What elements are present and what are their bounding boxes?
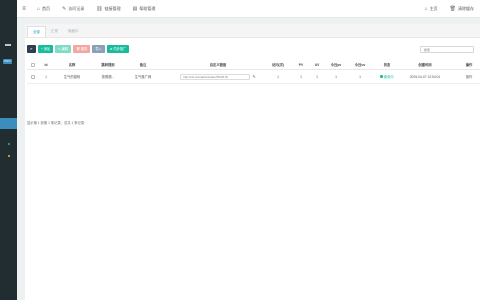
cell-id: 1: [45, 74, 47, 79]
col-visits[interactable]: 访问(次): [263, 60, 293, 69]
search-input[interactable]: [420, 46, 474, 53]
status-badge: 使用中: [380, 74, 394, 79]
cell-url: ✎: [175, 70, 261, 83]
tab-all[interactable]: 全部: [27, 26, 46, 37]
cell-pv: 1: [300, 74, 302, 79]
nav-help-manage[interactable]: ▤ 帮助管理: [127, 6, 162, 12]
url-field[interactable]: [180, 73, 251, 80]
refresh-icon: ⟳: [30, 47, 33, 51]
pagination-info: 显示第 1 到第 1 条记录，总共 1 条记录: [27, 121, 85, 125]
nav-home-label: 首页: [42, 5, 51, 11]
col-id[interactable]: Id: [39, 60, 53, 69]
col-name[interactable]: 名称: [57, 60, 87, 69]
select-all-checkbox[interactable]: [29, 60, 37, 69]
cell-today-pv: 1: [335, 74, 337, 79]
cell-visits: 1: [277, 74, 279, 79]
col-pv[interactable]: PV: [293, 60, 309, 69]
col-created[interactable]: 创建时间: [403, 60, 447, 69]
cell-name: 生气的猫咪: [63, 75, 81, 79]
nav-homepage-label: 主页: [429, 5, 438, 11]
pencil-icon: ✎: [62, 5, 67, 12]
sidebar: PRO: [0, 0, 17, 300]
add-button[interactable]: + 添加: [38, 45, 54, 53]
nav-visit-log[interactable]: ✎ 访问记录: [56, 6, 90, 12]
nav-clear-cache[interactable]: 🗑 清除缓存: [444, 6, 480, 12]
cell-status: 使用中: [375, 70, 399, 83]
edit-button[interactable]: ✎ 编辑: [55, 45, 72, 53]
col-status[interactable]: 状态: [375, 60, 399, 69]
tab-hidden[interactable]: 隐藏中: [63, 26, 84, 37]
refresh-button[interactable]: ⟳: [27, 45, 36, 53]
trash-icon: 🗑: [449, 5, 456, 12]
nav-home[interactable]: ⌂ 首页: [31, 6, 56, 12]
tab-bar: 全部 正常 隐藏中: [25, 24, 480, 38]
sidebar-item-dot-icon[interactable]: [8, 155, 10, 157]
col-today-uv[interactable]: 今日uv: [349, 60, 371, 69]
sync-button[interactable]: ⚙ 同步推广: [106, 45, 130, 53]
nav-link-manage-label: 链接管理: [104, 5, 121, 11]
top-navbar: ≡ ⌂ 首页 ✎ 访问记录 ⛓ 链接管理 ▤ 帮助管理 ⌂ 主页 🗑 清除缓存: [17, 0, 480, 18]
cell-today-uv: 1: [359, 74, 361, 79]
col-note[interactable]: 备注: [127, 60, 159, 69]
data-table: Id 名称 跳转规则 备注 自定义链接 访问(次) PV UV 今日pv 今日u…: [27, 60, 480, 84]
tab-normal[interactable]: 正常: [46, 26, 63, 37]
nav-link-manage[interactable]: ⛓ 链接管理: [90, 6, 126, 12]
sidebar-badge: PRO: [3, 59, 12, 64]
toolbar: ⟳ + 添加 ✎ 编辑 🗑 删除 导入 ⚙ 同步推广: [27, 45, 130, 53]
home-icon: ⌂: [37, 5, 41, 12]
sidebar-item-active[interactable]: [0, 118, 17, 129]
menu-toggle-icon[interactable]: ≡: [17, 6, 31, 12]
cell-rule: 按照顺...: [101, 75, 115, 79]
col-url[interactable]: 自定义链接: [175, 60, 261, 69]
book-icon: ▤: [132, 5, 138, 12]
table-header: Id 名称 跳转规则 备注 自定义链接 访问(次) PV UV 今日pv 今日u…: [27, 60, 480, 70]
status-label: 使用中: [383, 75, 394, 79]
col-op: 操作: [465, 63, 473, 67]
nav-homepage[interactable]: ⌂ 主页: [419, 6, 444, 12]
col-rule[interactable]: 跳转规则: [93, 60, 123, 69]
cell-uv: 1: [316, 74, 318, 79]
cell-note: 生气推广网: [134, 75, 152, 79]
sidebar-menu-icon[interactable]: [5, 44, 11, 46]
col-today-pv[interactable]: 今日pv: [325, 60, 347, 69]
sidebar-item-dot-icon[interactable]: [8, 143, 10, 145]
import-button[interactable]: 导入: [92, 45, 105, 53]
nav-help-manage-label: 帮助管理: [139, 5, 156, 11]
nav-visit-log-label: 访问记录: [68, 5, 85, 11]
link-icon: ⛓: [96, 5, 103, 12]
row-checkbox[interactable]: [29, 70, 37, 83]
nav-right: ⌂ 主页 🗑 清除缓存: [419, 6, 480, 12]
link-icon[interactable]: ✎: [252, 74, 255, 79]
delete-button[interactable]: 🗑 删除: [73, 45, 91, 53]
cell-created: 2025-04-07 12:54:01: [409, 74, 441, 79]
status-dot-icon: [380, 75, 383, 78]
cell-op[interactable]: 操作: [459, 70, 479, 83]
nav-clear-cache-label: 清除缓存: [458, 5, 474, 11]
home-icon: ⌂: [424, 5, 428, 12]
content-panel: 全部 正常 隐藏中 ⟳ + 添加 ✎ 编辑 🗑 删除 导入 ⚙ 同步推广 Id …: [25, 24, 480, 300]
table-row[interactable]: 1 生气的猫咪 按照顺... 生气推广网 ✎ 1 1 1 1 1 使用中 202…: [27, 70, 480, 84]
col-uv[interactable]: UV: [309, 60, 325, 69]
